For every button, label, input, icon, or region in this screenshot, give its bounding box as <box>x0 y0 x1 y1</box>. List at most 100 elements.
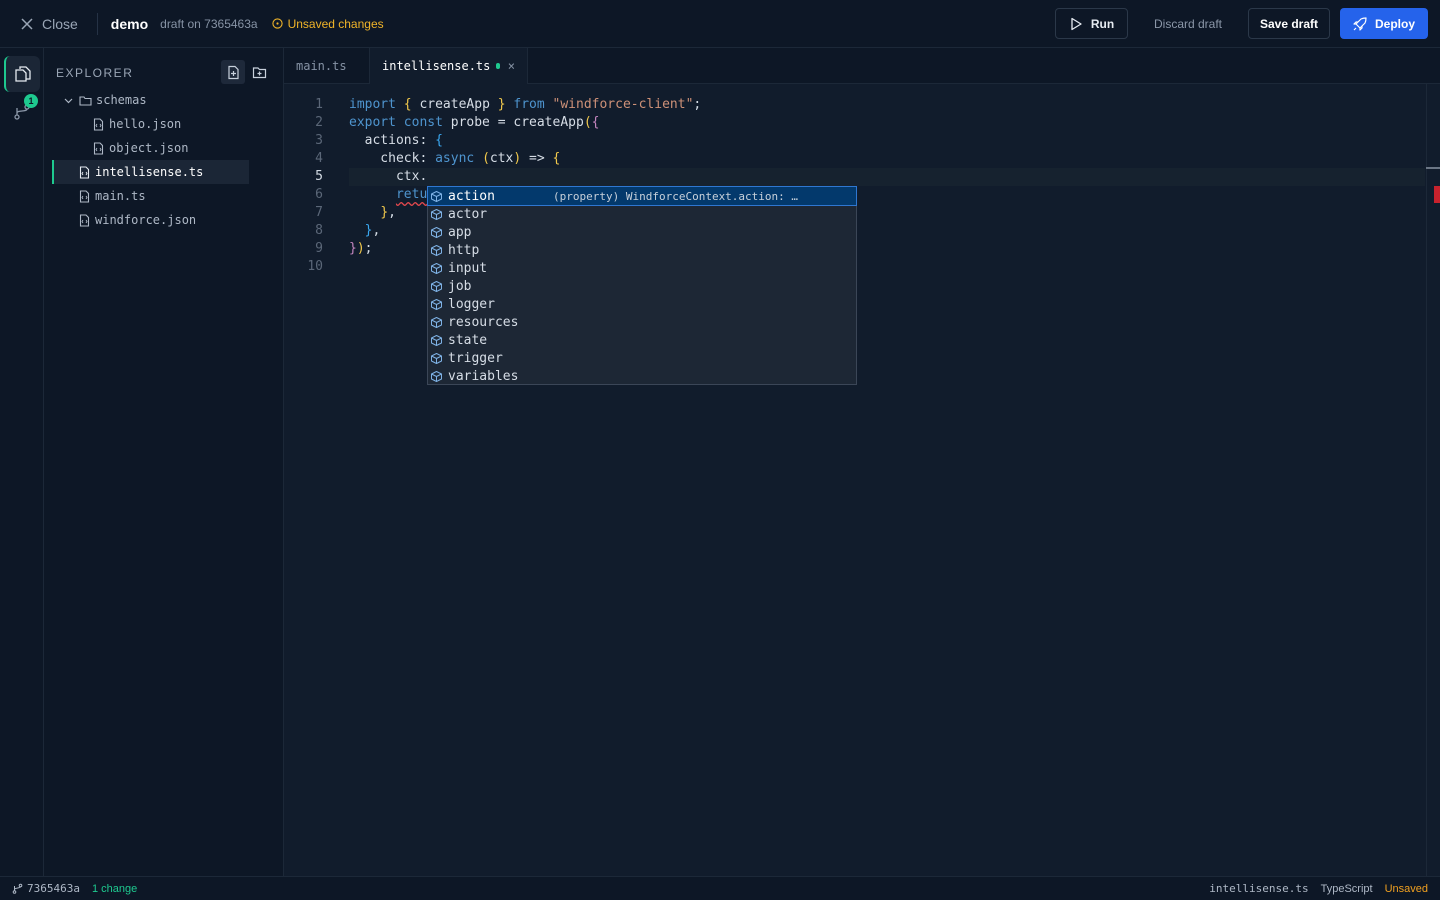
code-token: check: <box>349 151 436 166</box>
code-token: } <box>380 205 389 220</box>
code-token: import <box>349 97 404 112</box>
play-icon <box>1071 17 1082 30</box>
code-token: ctx <box>489 151 514 166</box>
tab-label: intellisense.ts <box>382 59 491 73</box>
code-token: retu <box>395 187 428 202</box>
status-language[interactable]: TypeScript <box>1321 883 1373 895</box>
run-label: Run <box>1090 16 1115 31</box>
code-text: }, <box>349 222 381 240</box>
suggestion-item[interactable]: action (property) WindforceContext.action… <box>427 186 857 206</box>
code-line: 2 export const probe = createApp({ <box>284 114 599 132</box>
code-line: 1 import { createApp } from "windforce-cl… <box>284 96 701 114</box>
suggestion-label: action <box>448 188 495 204</box>
run-button[interactable]: Run <box>1055 8 1128 39</box>
status-bar: 7365463a 1 change intellisense.ts TypeSc… <box>0 876 1440 900</box>
suggestion-item[interactable]: state <box>428 331 856 349</box>
tab-intellisense-ts[interactable]: intellisense.ts × <box>370 48 528 84</box>
discard-draft-button[interactable]: Discard draft <box>1138 8 1238 39</box>
file-icon <box>93 117 104 131</box>
cube-icon <box>431 208 442 220</box>
cube-icon <box>431 316 442 328</box>
tree-file-hello-json[interactable]: hello.json <box>92 113 272 135</box>
branch-label: 7365463a <box>27 882 80 895</box>
cube-icon <box>431 262 442 274</box>
tree-file-windforce-json[interactable]: windforce.json <box>78 209 268 231</box>
cube-icon <box>431 370 442 382</box>
tab-label: main.ts <box>296 59 347 73</box>
new-file-icon <box>227 65 239 79</box>
cursor-ruler-mark <box>1426 167 1440 169</box>
tab-close-icon[interactable]: × <box>508 59 515 73</box>
code-text: retu <box>349 186 427 204</box>
cube-icon <box>431 352 442 364</box>
code-token: async <box>435 151 483 166</box>
suggestion-item[interactable]: trigger <box>428 349 856 367</box>
tree-file-object-json[interactable]: object.json <box>92 137 272 159</box>
deploy-button[interactable]: Deploy <box>1340 8 1428 39</box>
line-number: 4 <box>315 151 323 166</box>
chevron-down-icon <box>64 98 73 103</box>
new-folder-button[interactable] <box>247 60 271 84</box>
line-number: 6 <box>315 187 323 202</box>
code-text: import { createApp } from "windforce-cli… <box>349 96 701 114</box>
tree-file-intellisense-ts[interactable]: intellisense.ts <box>52 160 249 184</box>
code-token: ctx. <box>349 169 428 184</box>
close-button[interactable]: Close <box>20 16 78 32</box>
suggestion-item[interactable]: job <box>428 277 856 295</box>
code-text: }); <box>349 240 372 258</box>
code-token: probe = createApp <box>450 115 584 130</box>
code-token: { <box>403 97 412 112</box>
source-control-activity-button[interactable]: 1 <box>4 94 40 130</box>
file-icon <box>79 189 90 203</box>
code-token: ) <box>356 241 365 256</box>
tree-folder-schemas[interactable]: schemas <box>62 89 262 111</box>
suggestion-item[interactable]: input <box>428 259 856 277</box>
code-line: 9}); <box>284 240 372 258</box>
line-number: 8 <box>315 223 323 238</box>
suggestion-item[interactable]: logger <box>428 295 856 313</box>
suggestion-detail: (property) WindforceContext.action: … <box>553 189 799 203</box>
suggestion-label: state <box>448 332 488 348</box>
new-file-button[interactable] <box>221 60 245 84</box>
error-ruler-mark <box>1434 186 1440 203</box>
suggestion-widget: action (property) WindforceContext.action… <box>427 186 857 385</box>
status-unsaved: Unsaved <box>1384 882 1428 895</box>
line-number: 1 <box>315 97 323 112</box>
code-text: export const probe = createApp({ <box>349 114 599 132</box>
tree-item-label: intellisense.ts <box>95 165 204 179</box>
suggestion-item[interactable]: app <box>428 223 856 241</box>
changes-count[interactable]: 1 change <box>92 883 137 895</box>
suggestion-item[interactable]: actor <box>428 205 856 223</box>
suggestion-label: input <box>448 260 488 276</box>
code-token: export const <box>349 115 451 130</box>
suggestion-item[interactable]: http <box>428 241 856 259</box>
tab-main-ts[interactable]: main.ts <box>284 48 370 84</box>
status-file-name: intellisense.ts <box>1209 882 1309 895</box>
tree-item-label: object.json <box>109 141 189 155</box>
save-draft-button[interactable]: Save draft <box>1248 8 1330 39</box>
current-line-highlight <box>349 168 1425 186</box>
code-line: 10 <box>284 258 323 276</box>
file-icon <box>93 141 104 155</box>
tree-item-label: hello.json <box>109 117 182 131</box>
explorer-activity-button[interactable] <box>4 56 40 92</box>
suggestion-label: http <box>448 242 480 258</box>
suggestion-item[interactable]: variables <box>428 367 856 385</box>
code-text: }, <box>349 204 396 222</box>
unsaved-indicator: Unsaved changes <box>271 16 384 31</box>
code-line: 6 retu <box>284 186 427 204</box>
code-token: createApp <box>411 97 498 112</box>
branch-indicator[interactable]: 7365463a <box>12 882 80 895</box>
tree-file-main-ts[interactable]: main.ts <box>78 185 268 207</box>
rocket-icon <box>1353 16 1367 31</box>
line-number: 5 <box>315 169 323 184</box>
code-line: 7 }, <box>284 204 396 222</box>
suggestion-label: job <box>448 278 472 294</box>
unsaved-label: Unsaved changes <box>287 16 384 31</box>
code-token: ; <box>693 97 702 112</box>
suggestion-item[interactable]: resources <box>428 313 856 331</box>
tree-item-label: windforce.json <box>95 213 197 227</box>
